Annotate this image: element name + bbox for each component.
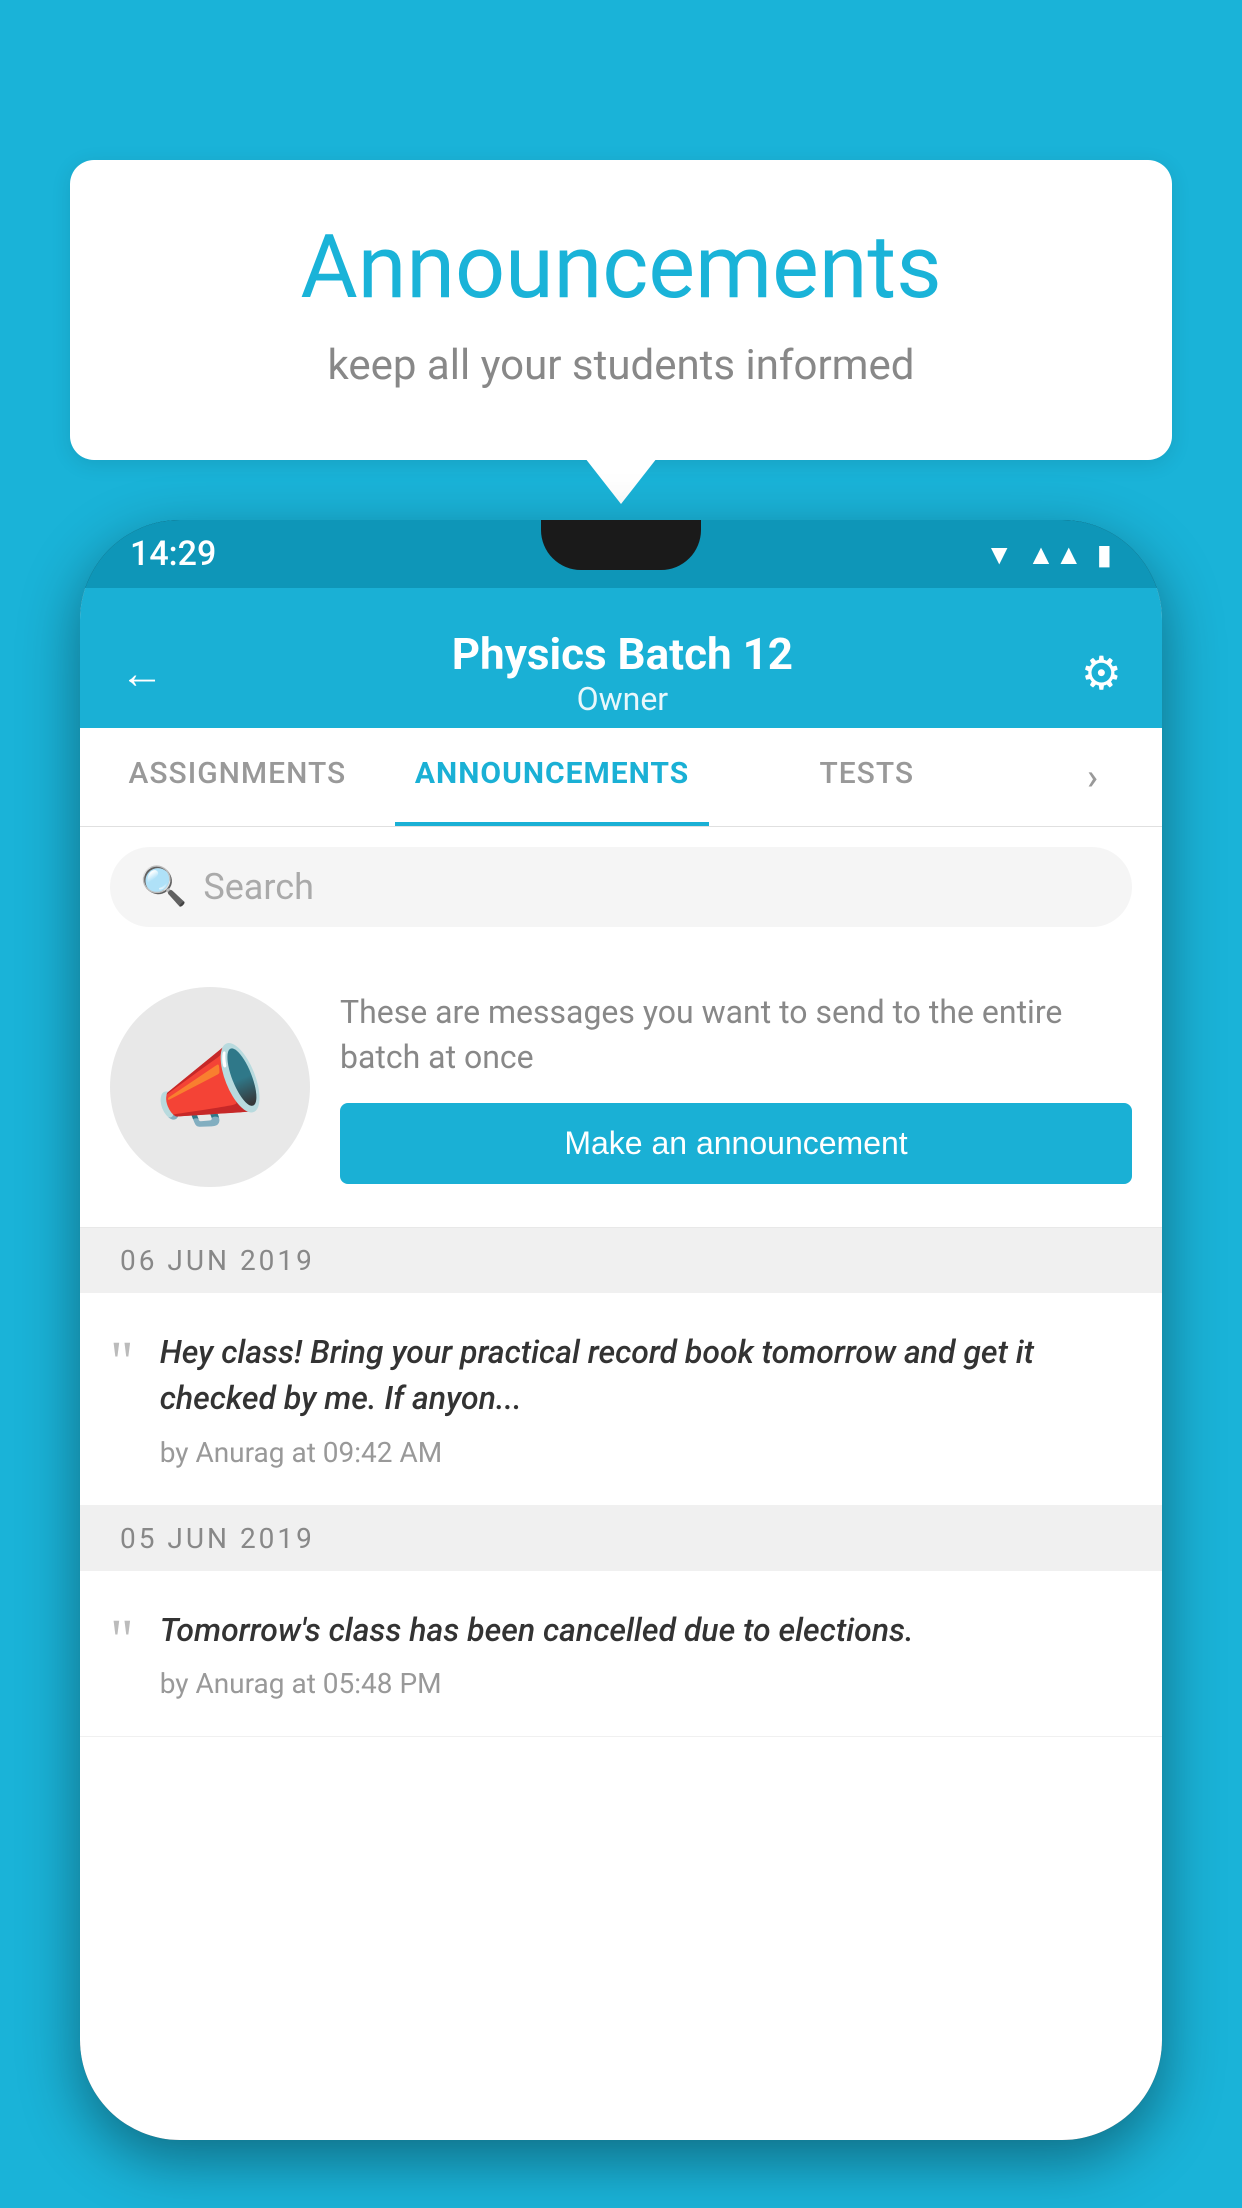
search-icon: 🔍 (140, 865, 187, 909)
search-placeholder: Search (203, 866, 314, 908)
phone-screen: ← Physics Batch 12 Owner ⚙ ASSIGNMENTS A… (80, 588, 1162, 2140)
app-header-top: ← Physics Batch 12 Owner ⚙ (120, 608, 1122, 728)
announcement-meta-1: by Anurag at 09:42 AM (160, 1436, 1132, 1469)
speech-bubble-card: Announcements keep all your students inf… (70, 160, 1172, 460)
speech-bubble-subtitle: keep all your students informed (150, 341, 1092, 390)
announcement-content-2: Tomorrow's class has been cancelled due … (160, 1607, 1132, 1700)
announcement-text-2: Tomorrow's class has been cancelled due … (160, 1607, 1132, 1653)
announcement-meta-2: by Anurag at 05:48 PM (160, 1667, 1132, 1700)
status-bar: 14:29 ▼ ▲▲ ▮ (80, 520, 1162, 588)
announcement-item-1: " Hey class! Bring your practical record… (80, 1293, 1162, 1506)
promo-icon-circle: 📣 (110, 987, 310, 1187)
status-time: 14:29 (130, 534, 216, 574)
battery-icon: ▮ (1097, 538, 1112, 571)
quote-icon-2: " (110, 1611, 134, 1669)
back-button[interactable]: ← (120, 647, 164, 699)
promo-block: 📣 These are messages you want to send to… (80, 947, 1162, 1228)
wifi-icon: ▼ (985, 538, 1013, 571)
settings-icon[interactable]: ⚙ (1081, 646, 1122, 701)
search-bar[interactable]: 🔍 Search (110, 847, 1132, 927)
speech-bubble-title: Announcements (150, 220, 1092, 317)
announcement-item-2: " Tomorrow's class has been cancelled du… (80, 1571, 1162, 1737)
search-bar-container: 🔍 Search (80, 827, 1162, 947)
header-title-block: Physics Batch 12 Owner (164, 628, 1081, 718)
notch (541, 520, 701, 570)
announcement-text-1: Hey class! Bring your practical record b… (160, 1329, 1132, 1422)
signal-icon: ▲▲ (1027, 538, 1082, 571)
quote-icon-1: " (110, 1333, 134, 1391)
tabs-bar: ASSIGNMENTS ANNOUNCEMENTS TESTS › (80, 728, 1162, 827)
make-announcement-button[interactable]: Make an announcement (340, 1103, 1132, 1184)
tab-more[interactable]: › (1024, 728, 1162, 826)
speech-bubble-section: Announcements keep all your students inf… (70, 160, 1172, 460)
megaphone-icon: 📣 (154, 1035, 266, 1140)
announcement-content-1: Hey class! Bring your practical record b… (160, 1329, 1132, 1469)
app-header: ← Physics Batch 12 Owner ⚙ (80, 588, 1162, 728)
promo-right: These are messages you want to send to t… (340, 990, 1132, 1185)
promo-description: These are messages you want to send to t… (340, 990, 1132, 1080)
date-separator-1: 06 JUN 2019 (80, 1228, 1162, 1293)
batch-title: Physics Batch 12 (164, 628, 1081, 680)
tab-announcements[interactable]: ANNOUNCEMENTS (395, 728, 710, 826)
tab-tests[interactable]: TESTS (709, 728, 1024, 826)
date-separator-2: 05 JUN 2019 (80, 1506, 1162, 1571)
batch-subtitle: Owner (164, 680, 1081, 718)
tab-assignments[interactable]: ASSIGNMENTS (80, 728, 395, 826)
status-icons: ▼ ▲▲ ▮ (985, 538, 1112, 571)
phone-frame: 14:29 ▼ ▲▲ ▮ ← Physics Batch 12 Owner ⚙ (80, 520, 1162, 2140)
phone-container: 14:29 ▼ ▲▲ ▮ ← Physics Batch 12 Owner ⚙ (80, 520, 1162, 2208)
